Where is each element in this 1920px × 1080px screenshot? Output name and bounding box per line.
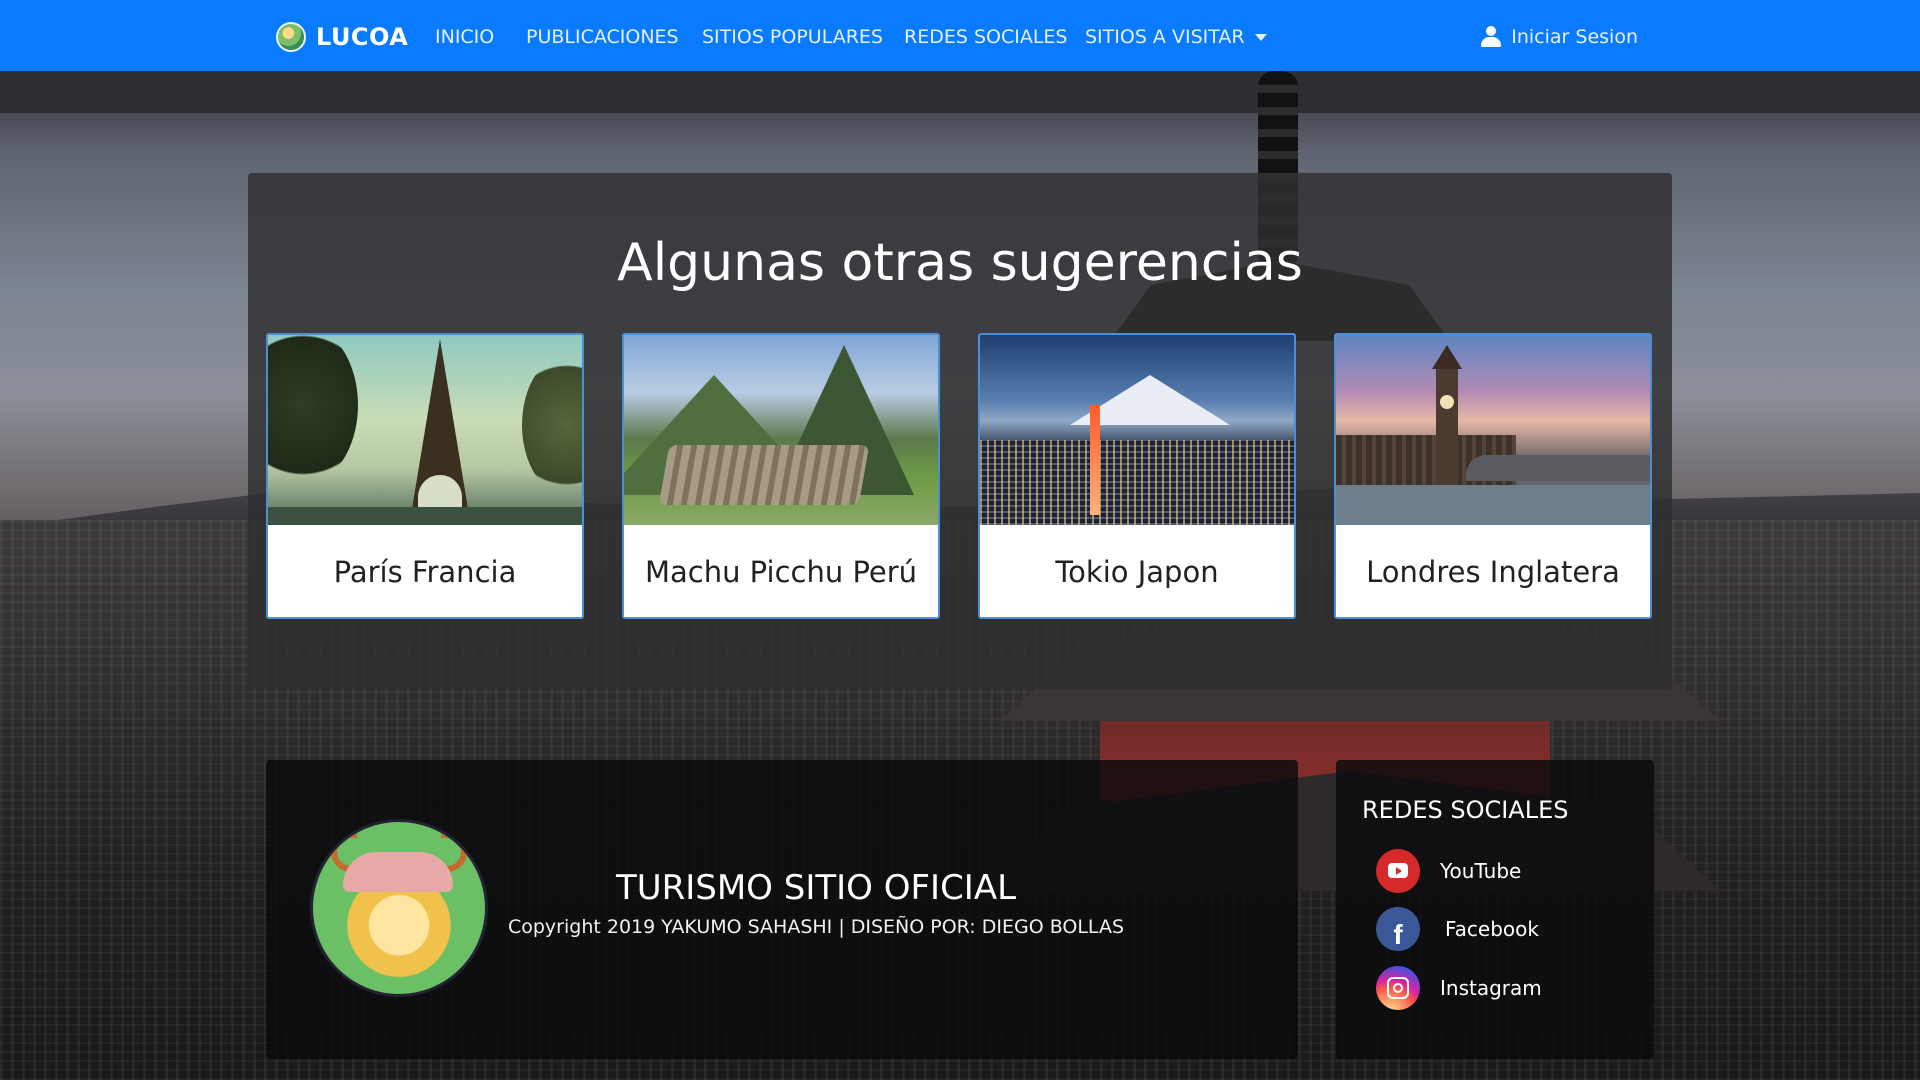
footer-main: TURISMO SITIO OFICIAL Copyright 2019 YAK… — [266, 760, 1298, 1059]
social-label: Instagram — [1440, 976, 1542, 1000]
youtube-icon — [1376, 849, 1420, 893]
navbar: LUCOA INICIO PUBLICACIONES SITIOS POPULA… — [0, 0, 1920, 71]
nav-link-sitios-populares[interactable]: SITIOS POPULARES — [702, 24, 883, 50]
card-tokio[interactable]: Tokio Japon — [978, 333, 1296, 619]
nav-link-inicio[interactable]: INICIO — [435, 24, 494, 50]
nav-link-redes-sociales[interactable]: REDES SOCIALES — [904, 24, 1067, 50]
instagram-icon — [1376, 966, 1420, 1010]
login-label: Iniciar Sesion — [1511, 26, 1638, 48]
card-label: París Francia — [333, 555, 517, 589]
card-londres[interactable]: Londres Inglatera — [1334, 333, 1652, 619]
card-image-machu-picchu — [624, 335, 938, 525]
nav-dropdown-label: SITIOS A VISITAR — [1085, 26, 1245, 48]
login-link[interactable]: Iniciar Sesion — [1481, 24, 1638, 50]
card-label: Tokio Japon — [1055, 555, 1219, 589]
social-link-facebook[interactable]: f Facebook — [1376, 907, 1539, 951]
footer-copyright: Copyright 2019 YAKUMO SAHASHI | DISEÑO P… — [507, 916, 1125, 938]
social-link-youtube[interactable]: YouTube — [1376, 849, 1522, 893]
footer-social: REDES SOCIALES YouTube f Facebook Instag… — [1336, 760, 1654, 1059]
card-image-tokyo — [980, 335, 1294, 525]
suggestions-panel: Algunas otras sugerencias París Francia … — [248, 173, 1672, 689]
card-label: Londres Inglatera — [1366, 555, 1620, 589]
card-paris[interactable]: París Francia — [266, 333, 584, 619]
user-icon — [1481, 26, 1502, 48]
social-label: YouTube — [1440, 859, 1522, 883]
brand-name: LUCOA — [316, 23, 409, 51]
nav-dropdown-sitios-a-visitar[interactable]: SITIOS A VISITAR — [1085, 24, 1267, 50]
card-machu-picchu[interactable]: Machu Picchu Perú — [622, 333, 940, 619]
card-image-eiffel-tower — [268, 335, 582, 525]
card-label: Machu Picchu Perú — [644, 555, 918, 589]
suggestions-title: Algunas otras sugerencias — [617, 233, 1303, 293]
brand-logo-icon — [276, 22, 306, 52]
social-link-instagram[interactable]: Instagram — [1376, 966, 1542, 1010]
brand-link[interactable]: LUCOA — [276, 20, 408, 54]
footer-title: TURISMO SITIO OFICIAL — [615, 868, 1017, 908]
social-label: Facebook — [1445, 917, 1539, 941]
avatar — [310, 819, 488, 997]
facebook-icon: f — [1376, 907, 1420, 951]
caret-down-icon — [1254, 34, 1267, 41]
card-image-london — [1336, 335, 1650, 525]
nav-link-publicaciones[interactable]: PUBLICACIONES — [526, 24, 679, 50]
social-title: REDES SOCIALES — [1362, 796, 1569, 824]
